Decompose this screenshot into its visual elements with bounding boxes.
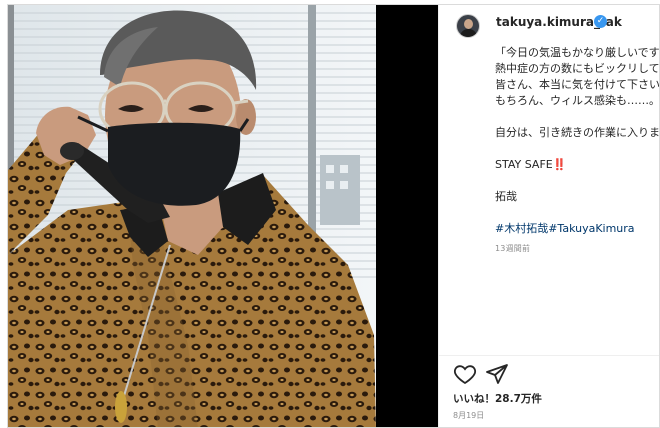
caption-gap — [495, 205, 659, 221]
caption-line: 皆さん、本当に気を付けて下さい！ — [495, 78, 660, 91]
caption-line: 熱中症の方の数にもビックリしてます。 — [495, 62, 660, 75]
hashtag-links[interactable]: #木村拓哉#TakuyaKimura — [495, 221, 659, 237]
likes-count[interactable]: いいね！28.7万件 — [453, 391, 542, 406]
heart-icon — [453, 365, 477, 385]
time-ago: 13週間前 — [495, 244, 531, 253]
post-date: 8月19日 — [453, 411, 485, 420]
caption-line: もちろん、ウィルス感染も……。 — [495, 94, 660, 107]
instagram-post: takuya.kimura_tak ✓ 「今日の気温もかなり厳しいですね〜！ 熱… — [7, 4, 660, 428]
avatar-head — [464, 19, 473, 29]
share-button[interactable] — [485, 362, 509, 386]
caption-line: STAY SAFE‼️ — [495, 158, 567, 171]
caption-line: 自分は、引き続きの作業に入ります👊🐈」 — [495, 126, 660, 139]
post-image-illustration — [8, 5, 438, 427]
post-header: takuya.kimura_tak ✓ — [439, 5, 659, 43]
post-side-panel: takuya.kimura_tak ✓ 「今日の気温もかなり厳しいですね〜！ 熱… — [438, 5, 660, 427]
verified-icon: ✓ — [594, 15, 607, 28]
post-caption: 「今日の気温もかなり厳しいですね〜！ 熱中症の方の数にもビックリしてます。 皆さ… — [495, 45, 660, 257]
avatar[interactable] — [456, 14, 480, 38]
caption-line: 「今日の気温もかなり厳しいですね〜！ — [495, 46, 660, 59]
paper-plane-icon — [486, 364, 508, 384]
caption-line: 拓哉 — [495, 190, 517, 203]
caption-gap — [495, 173, 659, 189]
post-photo[interactable] — [8, 5, 438, 427]
caption-gap — [495, 109, 659, 125]
caption-gap — [495, 141, 659, 157]
divider — [439, 355, 659, 356]
like-button[interactable] — [453, 362, 477, 386]
avatar-body — [460, 29, 477, 37]
